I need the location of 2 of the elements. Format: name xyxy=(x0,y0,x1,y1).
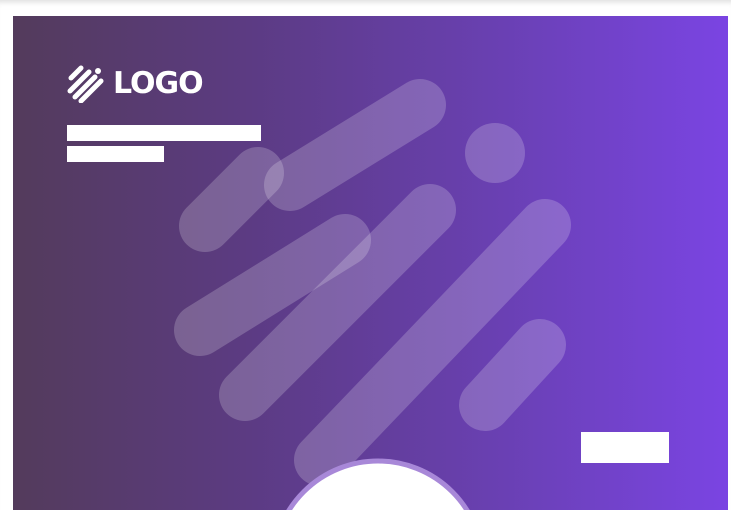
dot-shape xyxy=(465,123,525,183)
logo-text: LOGO xyxy=(113,66,203,100)
